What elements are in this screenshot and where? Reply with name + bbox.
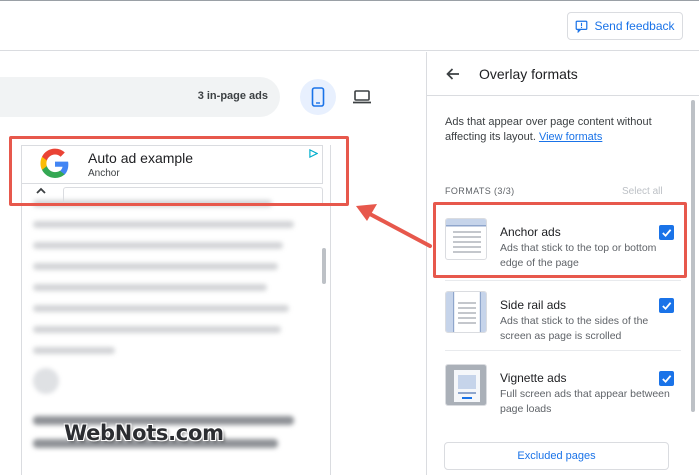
vignette-layout-icon [446,365,486,405]
send-feedback-button[interactable]: Send feedback [567,12,683,40]
format-name: Side rail ads [500,298,567,312]
phone-scrollbar[interactable] [322,248,326,284]
side-rail-ads-checkbox[interactable] [659,298,674,313]
top-bar: Send feedback [0,1,699,51]
format-item-vignette[interactable]: Vignette ads Full screen ads that appear… [445,356,675,426]
send-feedback-label: Send feedback [594,19,675,33]
format-divider [445,280,681,281]
formats-count-label: FORMATS (3/3) [445,186,515,196]
select-all-button[interactable]: Select all [622,186,663,197]
format-name: Vignette ads [500,371,567,385]
screenshot-root: Send feedback 3 in-page ads Auto ad exam… [0,0,699,475]
mobile-preview-button[interactable] [300,79,336,115]
format-description: Full screen ads that appear between page… [500,388,670,415]
desktop-preview-button[interactable] [344,79,380,115]
format-item-side-rail[interactable]: Side rail ads Ads that stick to the side… [445,283,675,353]
checkmark-icon [662,375,672,383]
webnots-watermark: WebNots.com [64,421,224,445]
vignette-ads-thumbnail [445,364,487,406]
format-description: Ads that stick to the sides of the scree… [500,315,649,342]
side-rail-layout-icon [446,292,486,332]
in-page-ads-count: 3 in-page ads [197,90,268,102]
panel-scrollbar[interactable] [691,100,695,412]
side-rail-ads-thumbnail [445,291,487,333]
smartphone-icon [311,87,325,107]
excluded-pages-button[interactable]: Excluded pages [444,442,669,470]
annotation-box-anchor-format [433,202,687,278]
checkmark-icon [662,302,672,310]
panel-title: Overlay formats [479,66,578,82]
panel-header: Overlay formats [427,52,699,96]
format-divider [445,350,681,351]
annotation-box-anchor-ad [9,136,349,206]
in-page-ads-bar: 3 in-page ads [0,77,280,117]
back-arrow-icon[interactable] [445,66,461,82]
vignette-ads-checkbox[interactable] [659,371,674,386]
preview-area: 3 in-page ads [0,52,426,475]
laptop-icon [353,90,371,104]
panel-description: Ads that appear over page content withou… [445,115,685,145]
feedback-icon [576,20,588,33]
view-formats-link[interactable]: View formats [539,131,602,143]
